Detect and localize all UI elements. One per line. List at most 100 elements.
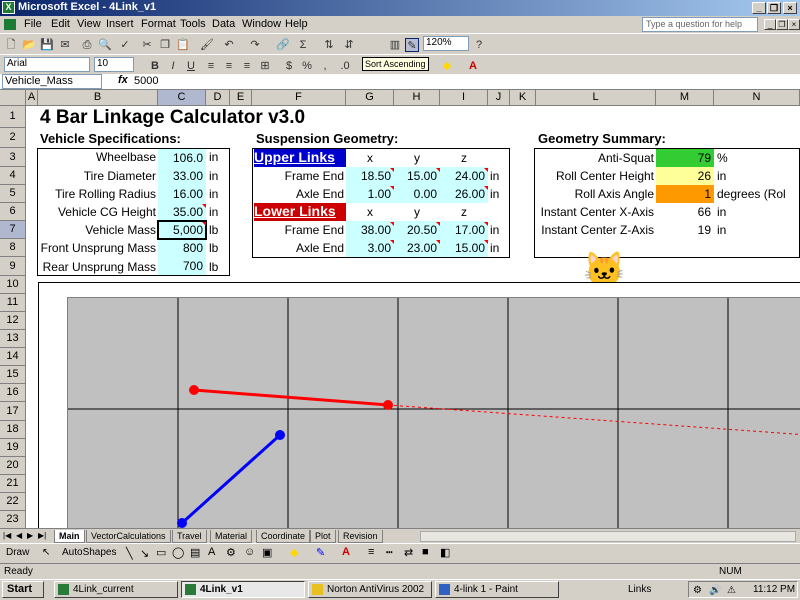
col-header[interactable]: D bbox=[206, 90, 230, 106]
upper-axle-y[interactable]: 0.00 bbox=[394, 185, 440, 203]
tab-coordinate[interactable]: Coordinate bbox=[256, 530, 311, 543]
tray-icon[interactable]: 🔊 bbox=[709, 583, 721, 598]
menu-help[interactable]: Help bbox=[285, 18, 308, 30]
select-objects-icon[interactable]: ↖ bbox=[42, 547, 50, 558]
prev-sheet-icon[interactable]: ◀ bbox=[16, 531, 22, 540]
upper-frame-z[interactable]: 24.00 bbox=[440, 167, 488, 185]
select-all-corner[interactable] bbox=[0, 90, 26, 106]
upper-frame-y[interactable]: 15.00 bbox=[394, 167, 440, 185]
col-header[interactable]: F bbox=[252, 90, 346, 106]
row-header[interactable]: 9 bbox=[0, 257, 26, 276]
row-header[interactable]: 14 bbox=[0, 348, 26, 366]
row-header[interactable]: 18 bbox=[0, 421, 26, 439]
tray-icon[interactable]: ⚙ bbox=[693, 583, 702, 598]
align-center-icon[interactable]: ≡ bbox=[222, 59, 236, 73]
new-icon[interactable]: 🗋 bbox=[4, 38, 18, 52]
col-header[interactable]: J bbox=[488, 90, 510, 106]
minimize-button[interactable]: _ bbox=[752, 2, 766, 14]
doc-minimize-button[interactable]: _ bbox=[764, 19, 776, 30]
menu-insert[interactable]: Insert bbox=[106, 18, 134, 30]
row-header[interactable]: 23 bbox=[0, 511, 26, 528]
spec-value[interactable]: 700 bbox=[158, 257, 206, 275]
col-header[interactable]: I bbox=[440, 90, 488, 106]
row-header[interactable]: 17 bbox=[0, 402, 26, 421]
col-header[interactable]: A bbox=[26, 90, 38, 106]
autoshapes-menu[interactable]: AutoShapes bbox=[62, 547, 117, 558]
bold-icon[interactable]: B bbox=[148, 59, 162, 73]
doc-close-button[interactable]: × bbox=[788, 19, 800, 30]
row-header[interactable]: 6 bbox=[0, 203, 26, 221]
rectangle-icon[interactable]: ▭ bbox=[156, 546, 166, 559]
zoom-select[interactable]: 120% bbox=[423, 36, 469, 51]
textbox-icon[interactable]: ▤ bbox=[190, 546, 200, 559]
taskbar-item-active[interactable]: 4Link_v1 bbox=[181, 581, 305, 598]
restore-button[interactable]: ❐ bbox=[767, 2, 781, 14]
sort-ascending-icon[interactable]: ⇅ bbox=[322, 38, 336, 52]
row-header[interactable]: 3 bbox=[0, 148, 26, 167]
taskbar-item[interactable]: Norton AntiVirus 2002 bbox=[308, 581, 432, 598]
menu-tools[interactable]: Tools bbox=[180, 18, 206, 30]
align-left-icon[interactable]: ≡ bbox=[204, 59, 218, 73]
italic-icon[interactable]: I bbox=[166, 59, 180, 73]
spec-value[interactable]: 16.00 bbox=[158, 185, 206, 203]
doc-restore-button[interactable]: ❐ bbox=[776, 19, 788, 30]
menu-file[interactable]: File bbox=[24, 18, 42, 30]
underline-icon[interactable]: U bbox=[184, 59, 198, 73]
hyperlink-icon[interactable]: 🔗 bbox=[276, 38, 290, 52]
row-header[interactable]: 8 bbox=[0, 239, 26, 257]
drawing-icon[interactable]: ✎ bbox=[405, 38, 419, 52]
upper-axle-z[interactable]: 26.00 bbox=[440, 185, 488, 203]
col-header[interactable]: M bbox=[656, 90, 714, 106]
col-header[interactable]: L bbox=[536, 90, 656, 106]
undo-icon[interactable]: ↶ bbox=[222, 38, 236, 52]
col-header[interactable]: E bbox=[230, 90, 252, 106]
col-header[interactable]: C bbox=[158, 90, 206, 106]
copy-icon[interactable]: ❐ bbox=[158, 38, 172, 52]
lower-frame-x[interactable]: 38.00 bbox=[346, 221, 394, 239]
menu-format[interactable]: Format bbox=[141, 18, 176, 30]
tab-material[interactable]: Material bbox=[210, 530, 253, 543]
close-button[interactable]: × bbox=[783, 2, 797, 14]
spec-value[interactable]: 35.00 bbox=[158, 203, 206, 221]
col-header[interactable]: K bbox=[510, 90, 536, 106]
chart-wizard-icon[interactable]: ▥ bbox=[388, 38, 402, 52]
font-color-icon[interactable]: A bbox=[342, 546, 350, 558]
format-painter-icon[interactable]: 🖌 bbox=[200, 38, 214, 52]
row-header[interactable]: 21 bbox=[0, 475, 26, 493]
save-icon[interactable]: 💾 bbox=[40, 38, 54, 52]
formula-input[interactable]: 5000 bbox=[134, 75, 158, 87]
name-box[interactable]: Vehicle_Mass bbox=[2, 74, 102, 89]
menu-view[interactable]: View bbox=[77, 18, 101, 30]
workbook-icon[interactable] bbox=[4, 19, 16, 30]
horizontal-scrollbar[interactable] bbox=[420, 531, 796, 542]
active-cell-selection[interactable] bbox=[157, 220, 207, 240]
lower-axle-x[interactable]: 3.00 bbox=[346, 239, 394, 257]
row-header[interactable]: 2 bbox=[0, 128, 26, 148]
increase-decimal-icon[interactable]: .0 bbox=[338, 59, 352, 73]
start-button[interactable]: Start bbox=[2, 581, 44, 598]
fill-color-icon[interactable]: ◆ bbox=[440, 59, 454, 73]
cut-icon[interactable]: ✂ bbox=[140, 38, 154, 52]
row-header[interactable]: 19 bbox=[0, 439, 26, 457]
font-size-select[interactable]: 10 bbox=[94, 57, 134, 72]
row-header[interactable]: 15 bbox=[0, 366, 26, 384]
col-header[interactable]: G bbox=[346, 90, 394, 106]
lower-frame-z[interactable]: 17.00 bbox=[440, 221, 488, 239]
row-header[interactable]: 7 bbox=[0, 221, 26, 239]
tab-revision[interactable]: Revision bbox=[338, 530, 383, 543]
tab-travel[interactable]: Travel bbox=[172, 530, 207, 543]
row-header[interactable]: 13 bbox=[0, 330, 26, 348]
oval-icon[interactable]: ◯ bbox=[172, 546, 184, 559]
spec-value[interactable]: 800 bbox=[158, 239, 206, 257]
tab-plot[interactable]: Plot bbox=[310, 530, 336, 543]
upper-frame-x[interactable]: 18.50 bbox=[346, 167, 394, 185]
sort-descending-icon[interactable]: ⇵ bbox=[342, 38, 356, 52]
shadow-style-icon[interactable]: ■ bbox=[422, 546, 429, 558]
comma-style-icon[interactable]: , bbox=[318, 59, 332, 73]
row-header[interactable]: 5 bbox=[0, 185, 26, 203]
help-search-input[interactable]: Type a question for help bbox=[642, 17, 758, 32]
arrow-style-icon[interactable]: ⇄ bbox=[404, 546, 413, 559]
arrow-icon[interactable]: ↘ bbox=[140, 547, 149, 560]
first-sheet-icon[interactable]: |◀ bbox=[3, 531, 11, 540]
picture-icon[interactable]: ▣ bbox=[262, 546, 272, 559]
